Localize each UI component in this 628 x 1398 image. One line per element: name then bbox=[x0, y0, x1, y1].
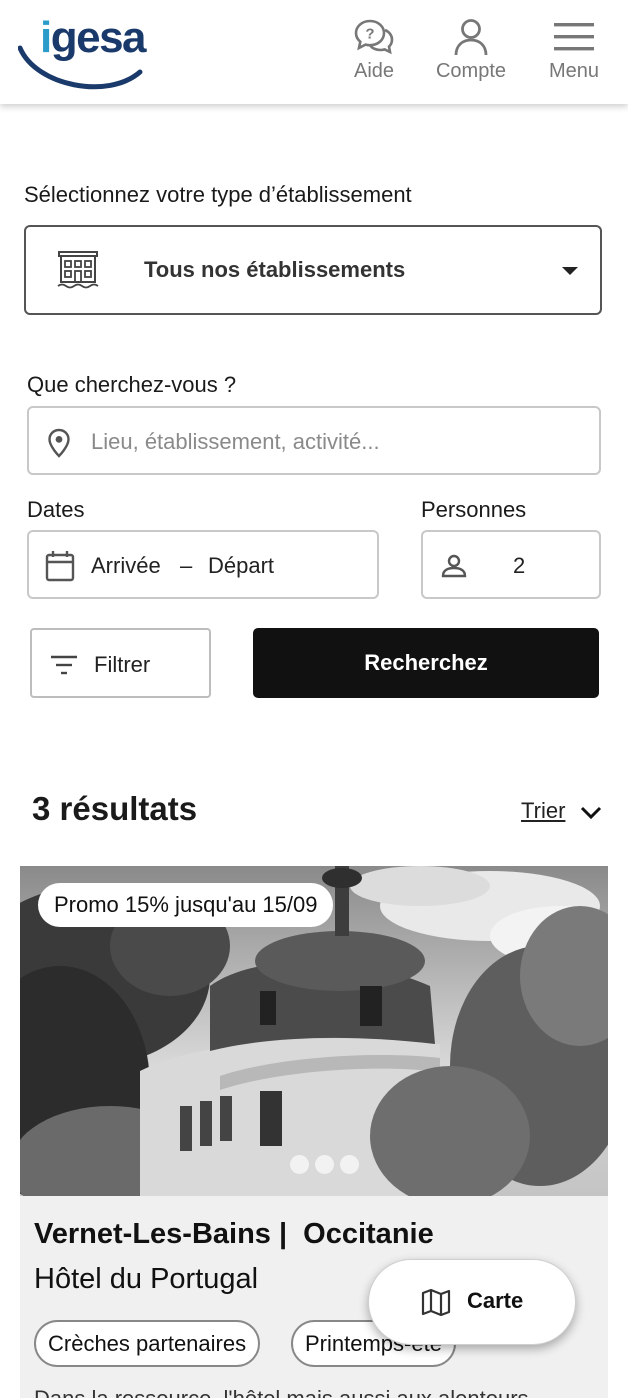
card-region: Occitanie bbox=[303, 1218, 434, 1250]
card-hotel-name[interactable]: Hôtel du Portugal bbox=[34, 1263, 258, 1296]
sort-button[interactable]: Trier bbox=[521, 798, 565, 824]
account-button[interactable]: Compte bbox=[430, 18, 512, 83]
account-label: Compte bbox=[435, 60, 507, 82]
help-chat-icon: ? bbox=[354, 19, 394, 55]
dates-arrival: Arrivée bbox=[91, 553, 161, 578]
svg-text:?: ? bbox=[365, 26, 374, 43]
filter-label: Filtrer bbox=[94, 652, 151, 677]
persons-input[interactable]: 2 bbox=[421, 530, 601, 599]
caret-down-icon bbox=[562, 267, 578, 275]
search-label: Que cherchez-vous ? bbox=[27, 372, 237, 397]
help-label: Aide bbox=[353, 60, 395, 82]
carousel-dot[interactable] bbox=[315, 1155, 334, 1174]
map-label: Carte bbox=[467, 1288, 524, 1313]
hamburger-icon bbox=[554, 23, 594, 51]
map-icon bbox=[421, 1288, 451, 1316]
location-pin-icon bbox=[48, 428, 70, 458]
filter-icon bbox=[51, 655, 77, 675]
person-icon bbox=[441, 554, 467, 578]
tag-chip: Crèches partenaires bbox=[34, 1320, 261, 1367]
card-city: Vernet-Les-Bains | bbox=[34, 1218, 288, 1250]
establishment-type-value: Tous nos établissements bbox=[144, 257, 406, 282]
dates-separator: – bbox=[180, 553, 193, 578]
menu-button[interactable]: Menu bbox=[544, 18, 604, 83]
search-placeholder: Lieu, établissement, activité... bbox=[91, 429, 380, 454]
promo-badge: Promo 15% jusqu'au 15/09 bbox=[38, 883, 334, 927]
carousel-dots[interactable] bbox=[290, 1155, 365, 1179]
filter-button[interactable]: Filtrer bbox=[30, 628, 211, 698]
carousel-dot[interactable] bbox=[340, 1155, 359, 1174]
help-button[interactable]: ? Aide bbox=[346, 18, 402, 83]
map-button[interactable]: Carte bbox=[368, 1259, 576, 1345]
building-icon bbox=[57, 251, 99, 289]
search-button[interactable]: Recherchez bbox=[253, 628, 599, 698]
persons-value: 2 bbox=[513, 553, 526, 578]
dates-picker[interactable]: Arrivée – Départ bbox=[27, 530, 379, 599]
logo-swoosh-icon bbox=[18, 45, 143, 90]
chevron-down-icon[interactable] bbox=[580, 806, 602, 820]
persons-label: Personnes bbox=[421, 497, 527, 522]
search-input[interactable]: Lieu, établissement, activité... bbox=[27, 406, 601, 475]
card-description: Dans la ressource, l'hôtel mais aussi au… bbox=[34, 1386, 547, 1398]
dates-departure: Départ bbox=[208, 553, 275, 578]
menu-label: Menu bbox=[548, 60, 600, 82]
igesa-logo[interactable]: igesa bbox=[18, 14, 168, 94]
dates-label: Dates bbox=[27, 497, 85, 522]
results-count: 3 résultats bbox=[32, 790, 198, 827]
establishment-type-select[interactable]: Tous nos établissements bbox=[24, 225, 602, 315]
calendar-icon bbox=[45, 551, 75, 582]
site-header: igesa ? Aide Compte Menu bbox=[0, 0, 628, 104]
carousel-dot[interactable] bbox=[290, 1155, 309, 1174]
card-location: Vernet-Les-Bains | Occitanie bbox=[34, 1218, 434, 1251]
user-icon bbox=[454, 19, 488, 56]
establishment-type-label: Sélectionnez votre type d’établissement bbox=[24, 182, 412, 207]
